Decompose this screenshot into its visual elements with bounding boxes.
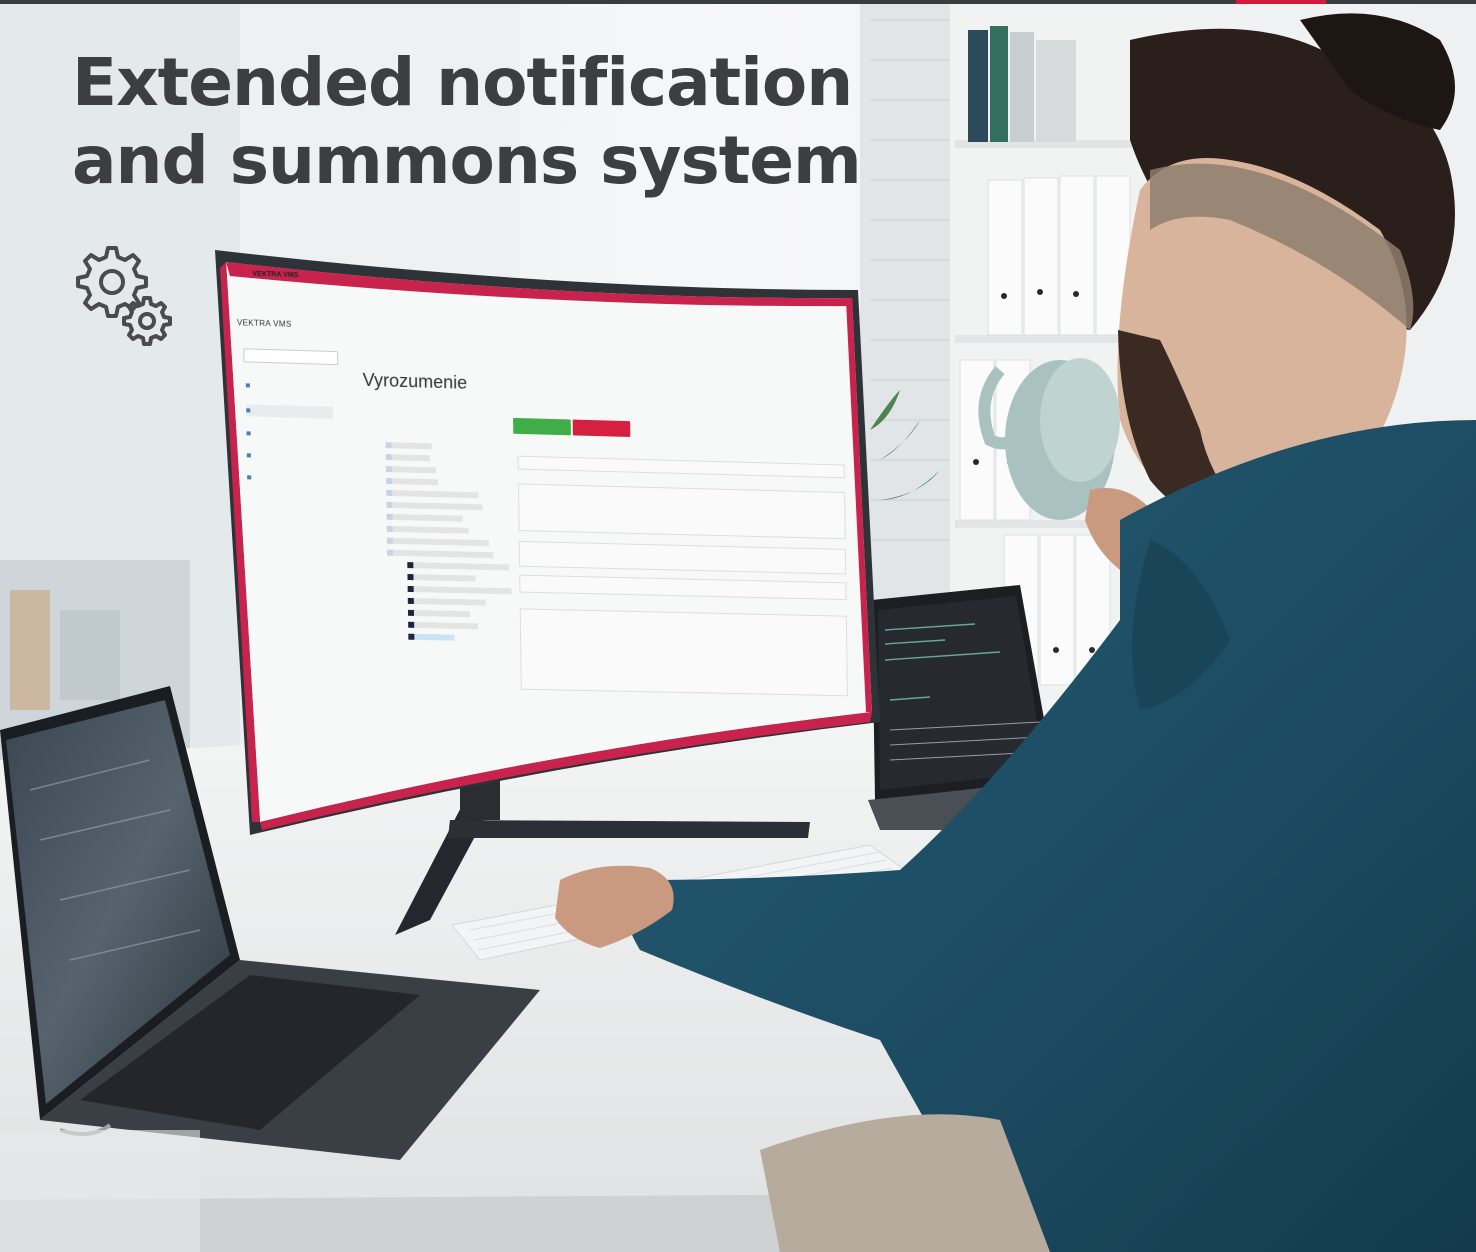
gears-icon <box>76 246 172 346</box>
headline: Extended notification and summons system <box>72 44 862 200</box>
headline-line-1: Extended notification <box>72 44 853 121</box>
headline-line-2: and summons system <box>72 122 862 199</box>
top-accent-bar <box>1236 0 1326 4</box>
